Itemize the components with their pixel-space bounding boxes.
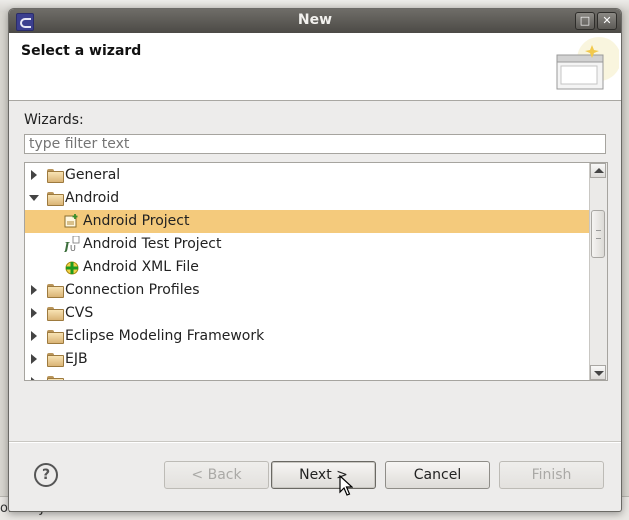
filter-input[interactable] xyxy=(24,134,606,154)
folder-icon xyxy=(47,330,64,344)
expand-arrow-icon[interactable] xyxy=(31,354,37,364)
scroll-up-button[interactable] xyxy=(590,163,606,178)
tree-item-label: CVS xyxy=(65,305,94,321)
back-button[interactable]: < Back xyxy=(164,461,269,489)
tree-vertical-scrollbar[interactable] xyxy=(589,163,607,380)
help-icon[interactable]: ? xyxy=(34,463,58,487)
button-bar-separator xyxy=(9,441,621,443)
maximize-icon[interactable]: □ xyxy=(575,12,595,30)
tree-item-label: Eclipse Modeling Framework xyxy=(65,328,265,344)
scroll-thumb[interactable] xyxy=(591,210,605,258)
folder-icon xyxy=(47,376,64,380)
expand-arrow-icon[interactable] xyxy=(31,285,37,295)
tree-item-label: Android Project xyxy=(83,213,190,229)
tree-item-android-project[interactable]: Android Project xyxy=(25,210,589,233)
header-title: Select a wizard xyxy=(21,43,142,59)
tree-item-label: Android xyxy=(65,190,120,206)
tree-item-partial xyxy=(25,371,589,380)
mouse-pointer-icon xyxy=(339,475,353,496)
new-wizard-banner-icon xyxy=(556,37,619,90)
collapse-arrow-icon[interactable] xyxy=(29,195,39,201)
tree-item-label: EJB xyxy=(65,351,88,367)
wizards-label: Wizards: xyxy=(24,112,84,128)
expand-arrow-icon[interactable] xyxy=(31,308,37,318)
expand-arrow-icon xyxy=(31,377,37,380)
tree-item-cvs[interactable]: CVS xyxy=(25,302,589,325)
tree-item-label: General xyxy=(65,167,121,183)
junit-test-icon: J U xyxy=(64,236,80,252)
dialog-titlebar[interactable]: New □ ✕ xyxy=(9,9,621,33)
wizard-tree[interactable]: General Android Android Project J U Andr… xyxy=(24,162,608,381)
folder-icon xyxy=(47,284,64,298)
tree-item-label: Android Test Project xyxy=(83,236,222,252)
expand-arrow-icon[interactable] xyxy=(31,331,37,341)
folder-icon xyxy=(47,192,64,206)
expand-arrow-icon[interactable] xyxy=(31,170,37,180)
tree-item-eclipse-modeling-framework[interactable]: Eclipse Modeling Framework xyxy=(25,325,589,348)
arrow-up-icon xyxy=(594,168,604,173)
arrow-down-icon xyxy=(594,371,604,376)
wizard-header: Select a wizard xyxy=(9,33,621,101)
finish-button[interactable]: Finish xyxy=(499,461,604,489)
cancel-button[interactable]: Cancel xyxy=(385,461,490,489)
dialog-title: New xyxy=(297,12,333,28)
tree-item-label: Connection Profiles xyxy=(65,282,200,298)
tree-item-general[interactable]: General xyxy=(25,164,589,187)
scroll-down-button[interactable] xyxy=(590,365,606,380)
folder-icon xyxy=(47,307,64,321)
android-project-icon xyxy=(64,214,78,228)
close-icon[interactable]: ✕ xyxy=(597,12,617,30)
new-wizard-dialog: New □ ✕ Select a wizard Wizards: General… xyxy=(8,8,622,512)
svg-text:U: U xyxy=(70,244,76,252)
tree-item-android-xml-file[interactable]: Android XML File xyxy=(25,256,589,279)
next-button[interactable]: Next > xyxy=(271,461,376,489)
tree-item-label: Android XML File xyxy=(83,259,199,275)
tree-item-android-test-project[interactable]: J U Android Test Project xyxy=(25,233,589,256)
tree-item-connection-profiles[interactable]: Connection Profiles xyxy=(25,279,589,302)
tree-item-android[interactable]: Android xyxy=(25,187,589,210)
add-xml-icon xyxy=(65,261,79,275)
folder-icon xyxy=(47,353,64,367)
tree-item-ejb[interactable]: EJB xyxy=(25,348,589,371)
folder-icon xyxy=(47,169,64,183)
